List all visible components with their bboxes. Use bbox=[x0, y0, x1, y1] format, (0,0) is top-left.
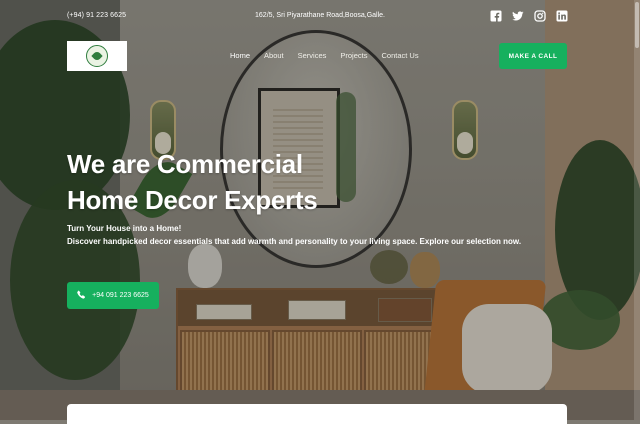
social-links bbox=[490, 10, 568, 22]
hero-call-button-label: +94 091 223 6625 bbox=[92, 292, 149, 299]
leaf-logo-icon bbox=[86, 45, 108, 67]
instagram-icon[interactable] bbox=[534, 10, 546, 22]
hero-description: Discover handpicked decor essentials tha… bbox=[67, 237, 522, 246]
page-scrollbar[interactable] bbox=[634, 0, 640, 420]
content-card-top-edge bbox=[67, 404, 567, 424]
nav-item-home[interactable]: Home bbox=[230, 51, 250, 60]
hero-title-line-1: We are Commercial bbox=[67, 149, 303, 179]
twitter-icon[interactable] bbox=[512, 10, 524, 22]
hero-title: We are Commercial Home Decor Experts bbox=[67, 146, 318, 218]
hero-tagline: Turn Your House into a Home! bbox=[67, 224, 182, 233]
nav-item-services[interactable]: Services bbox=[298, 51, 327, 60]
phone-icon bbox=[77, 290, 86, 301]
nav-item-projects[interactable]: Projects bbox=[340, 51, 367, 60]
linkedin-icon[interactable] bbox=[556, 10, 568, 22]
main-nav: Home About Services Projects Contact Us bbox=[230, 51, 419, 60]
hero-call-button[interactable]: +94 091 223 6625 bbox=[67, 282, 159, 309]
nav-item-about[interactable]: About bbox=[264, 51, 284, 60]
facebook-icon[interactable] bbox=[490, 10, 502, 22]
site-logo[interactable] bbox=[67, 41, 127, 71]
make-a-call-button[interactable]: MAKE A CALL bbox=[499, 43, 567, 69]
top-bar: (+94) 91 223 6625 162/5, Sri Piyarathane… bbox=[0, 0, 640, 34]
hero-title-line-2: Home Decor Experts bbox=[67, 185, 318, 215]
nav-item-contact-us[interactable]: Contact Us bbox=[381, 51, 418, 60]
